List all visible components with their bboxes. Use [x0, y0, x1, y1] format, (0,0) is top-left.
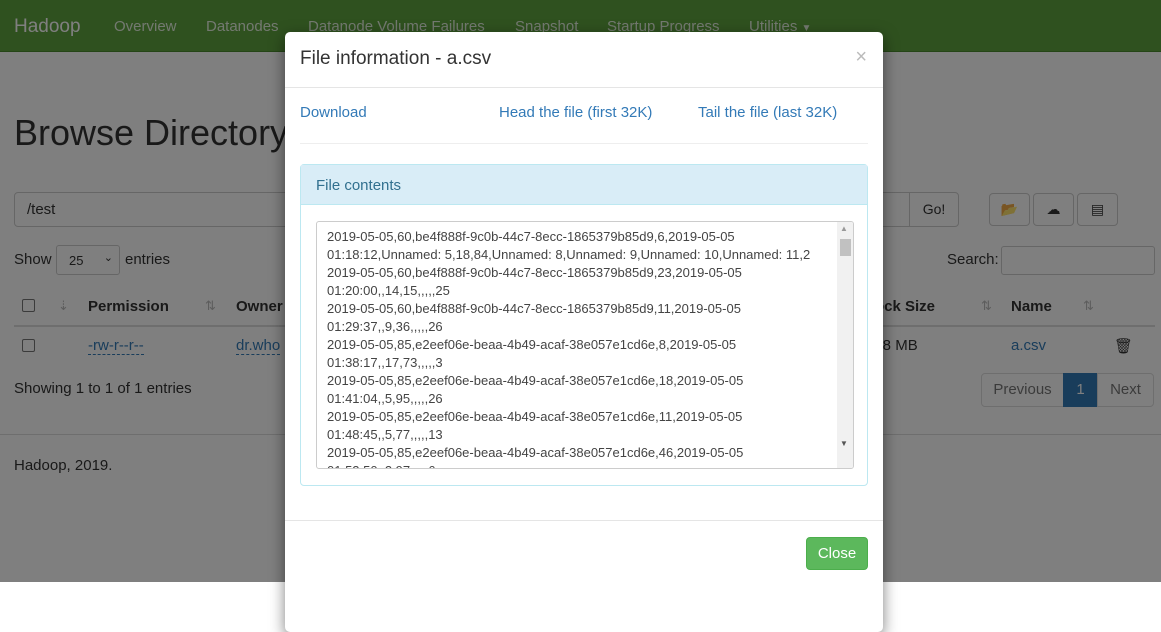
- panel-title: File contents: [301, 165, 867, 205]
- head-file-link[interactable]: Head the file (first 32K): [499, 104, 652, 121]
- file-contents-text: 2019-05-05,60,be4f888f-9c0b-44c7-8ecc-18…: [327, 229, 811, 468]
- file-info-modal: File information - a.csv × Download Head…: [285, 32, 883, 632]
- modal-footer-divider: [285, 520, 883, 521]
- close-button[interactable]: Close: [806, 537, 868, 570]
- file-contents-textarea[interactable]: 2019-05-05,60,be4f888f-9c0b-44c7-8ecc-18…: [316, 221, 854, 469]
- scrollbar-thumb[interactable]: [840, 239, 851, 256]
- modal-header: File information - a.csv ×: [285, 32, 883, 88]
- file-contents-panel: File contents 2019-05-05,60,be4f888f-9c0…: [300, 164, 868, 486]
- close-icon[interactable]: ×: [855, 46, 867, 69]
- scroll-up-icon[interactable]: ▲: [840, 224, 848, 233]
- tail-file-link[interactable]: Tail the file (last 32K): [698, 104, 837, 121]
- divider: [300, 143, 868, 144]
- download-link[interactable]: Download: [300, 104, 367, 121]
- scrollbar[interactable]: ▲ ▼: [837, 222, 853, 468]
- modal-title: File information - a.csv: [300, 48, 492, 69]
- scroll-down-icon[interactable]: ▼: [840, 439, 848, 448]
